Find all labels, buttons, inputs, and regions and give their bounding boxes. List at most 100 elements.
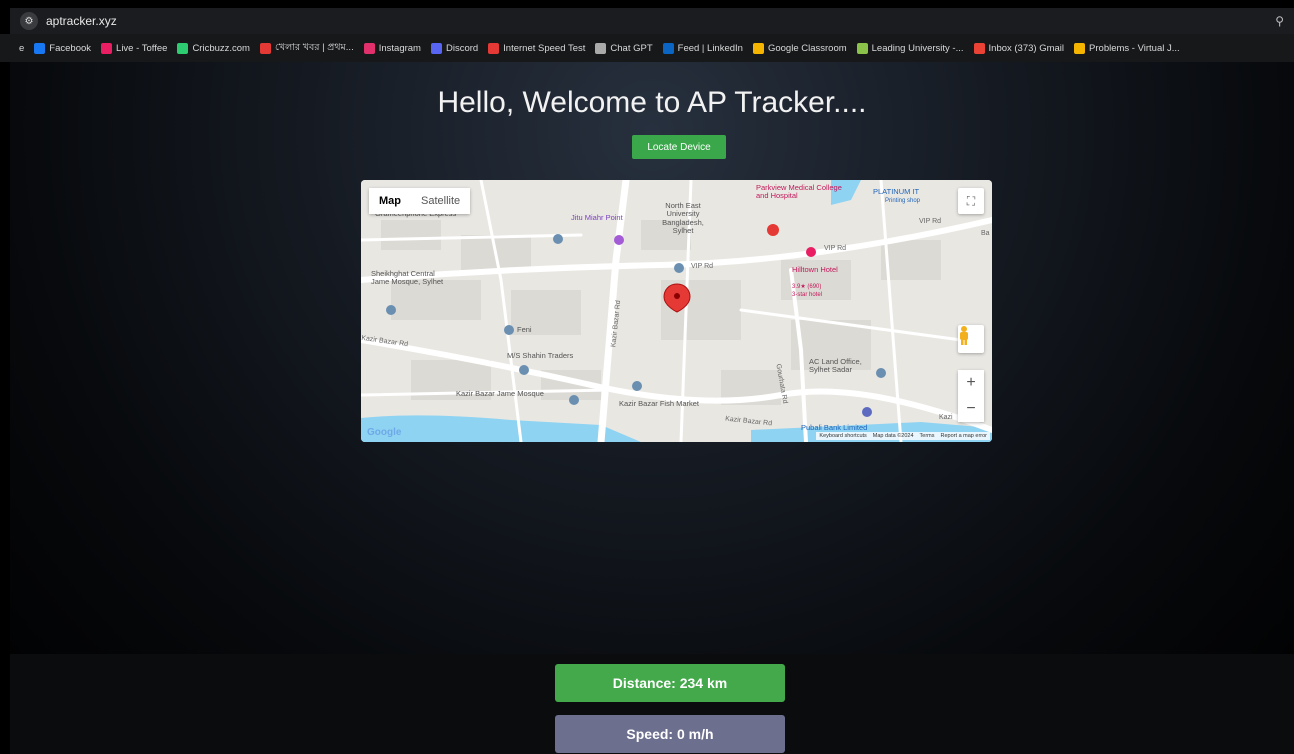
street-view-pegman-icon[interactable] bbox=[958, 325, 984, 353]
poi-dot bbox=[504, 325, 514, 335]
bookmark-item[interactable]: Leading University -... bbox=[856, 42, 964, 54]
bookmark-favicon-icon bbox=[363, 42, 375, 54]
locate-device-button[interactable]: Locate Device bbox=[632, 135, 726, 159]
bookmark-label: Cricbuzz.com bbox=[192, 42, 250, 54]
poi-dot bbox=[386, 305, 396, 315]
map-label: Printing shop bbox=[885, 198, 921, 204]
bookmark-label: Problems - Virtual J... bbox=[1089, 42, 1180, 54]
page-viewport: Hello, Welcome to AP Tracker.... Locate … bbox=[10, 62, 1294, 754]
bookmark-label: Facebook bbox=[49, 42, 92, 54]
bookmark-favicon-icon bbox=[662, 42, 674, 54]
bookmark-favicon-icon bbox=[101, 42, 113, 54]
bookmark-label: Google Classroom bbox=[767, 42, 847, 54]
poi-dot bbox=[674, 263, 684, 273]
poi-dot bbox=[632, 381, 642, 391]
map-label: Kazir Bazar Fish Market bbox=[619, 399, 700, 408]
bookmark-item[interactable]: Live - Toffee bbox=[101, 42, 168, 54]
report-error-link[interactable]: Report a map error bbox=[941, 433, 987, 439]
bookmark-favicon-icon bbox=[856, 42, 868, 54]
bookmark-item[interactable]: Inbox (373) Gmail bbox=[973, 42, 1065, 54]
distance-display: Distance: 234 km bbox=[555, 664, 785, 702]
road-label: VIP Rd bbox=[919, 218, 942, 225]
bookmark-favicon-icon bbox=[4, 42, 15, 54]
poi-dot bbox=[806, 247, 816, 257]
map-data-text: Map data ©2024 bbox=[872, 433, 914, 439]
fullscreen-icon[interactable]: ⛶ bbox=[958, 188, 984, 214]
bookmark-label: Inbox (373) Gmail bbox=[988, 42, 1065, 54]
keyboard-shortcuts-link[interactable]: Keyboard shortcuts bbox=[819, 433, 866, 439]
bookmark-item[interactable]: Problems - Virtual J... bbox=[1074, 42, 1180, 54]
map-widget[interactable]: Grameenphone Express Jitu Miahr Point No… bbox=[361, 180, 992, 442]
bookmark-favicon-icon bbox=[752, 42, 764, 54]
bookmark-label: Chat GPT bbox=[610, 42, 653, 54]
bookmark-item[interactable]: Google Classroom bbox=[752, 42, 847, 54]
bookmark-label: Live - Toffee bbox=[116, 42, 168, 54]
map-label: Feni bbox=[517, 325, 532, 334]
bookmark-item[interactable]: Internet Speed Test bbox=[488, 42, 586, 54]
bookmark-favicon-icon bbox=[430, 42, 442, 54]
site-settings-icon[interactable]: ⚙ bbox=[20, 12, 38, 30]
bookmark-item[interactable]: Cricbuzz.com bbox=[177, 42, 250, 54]
map-type-control: Map Satellite bbox=[369, 188, 471, 214]
map-label: 3-star hotel bbox=[792, 292, 823, 298]
map-label: M/S Shahin Traders bbox=[507, 351, 574, 360]
terms-link[interactable]: Terms bbox=[920, 433, 935, 439]
map-label: Sheikhghat Central Jame Mosque, Sylhet bbox=[371, 269, 444, 287]
bookmark-favicon-icon bbox=[595, 42, 607, 54]
poi-dot bbox=[862, 407, 872, 417]
map-label: Jitu Miahr Point bbox=[571, 213, 623, 222]
stats-panel: Distance: 234 km Speed: 0 m/h bbox=[10, 654, 1294, 754]
address-bar[interactable]: ⚙ aptracker.xyz ⚲ bbox=[10, 8, 1294, 34]
url-pill[interactable]: ⚙ aptracker.xyz bbox=[20, 11, 117, 31]
bookmarks-bar: e Facebook Live - Toffee Cricbuzz.com খেলার … bbox=[0, 34, 1294, 62]
bookmark-label: খেলার খবর | প্রথম... bbox=[274, 41, 354, 53]
map-label: Pubali Bank Limited bbox=[801, 423, 868, 432]
bookmark-label: Instagram bbox=[378, 42, 421, 54]
map-type-satellite-button[interactable]: Satellite bbox=[411, 188, 471, 214]
bookmark-favicon-icon bbox=[973, 42, 985, 54]
bookmark-favicon-icon bbox=[1074, 42, 1086, 54]
map-label: Hilltown Hotel bbox=[792, 265, 838, 274]
bookmark-item[interactable]: খেলার খবর | প্রথম... bbox=[259, 41, 354, 56]
bookmark-item[interactable]: Chat GPT bbox=[595, 42, 653, 54]
map-label: Parkview Medical College and Hospital bbox=[756, 183, 842, 201]
page-title: Hello, Welcome to AP Tracker.... bbox=[437, 86, 867, 119]
bookmark-favicon-icon bbox=[488, 42, 500, 54]
bookmark-label: e bbox=[19, 42, 25, 54]
bookmark-label: Leading University -... bbox=[871, 42, 964, 54]
poi-dot bbox=[614, 235, 624, 245]
bookmark-label: Discord bbox=[445, 42, 479, 54]
bookmark-item[interactable]: Feed | LinkedIn bbox=[662, 42, 743, 54]
bookmark-favicon-icon bbox=[34, 42, 46, 54]
map-label: North East University Bangladesh, Sylhet bbox=[662, 201, 704, 235]
bookmark-item[interactable]: e bbox=[4, 42, 25, 54]
poi-dot bbox=[569, 395, 579, 405]
google-logo: Google bbox=[367, 427, 402, 438]
map-label: AC Land Office, Sylhet Sadar bbox=[809, 357, 862, 375]
road-label: Ba bbox=[981, 230, 990, 237]
map-label: PLATINUM IT bbox=[873, 187, 920, 196]
url-text[interactable]: aptracker.xyz bbox=[46, 14, 117, 28]
poi-dot bbox=[519, 365, 529, 375]
road-label: Kazi bbox=[939, 414, 953, 421]
bookmark-item[interactable]: Discord bbox=[430, 42, 479, 54]
map-label: 3.9★ (690) bbox=[792, 284, 822, 290]
bookmark-favicon-icon bbox=[259, 42, 271, 54]
bookmark-item[interactable]: Instagram bbox=[363, 42, 421, 54]
bookmark-favicon-icon bbox=[177, 42, 189, 54]
zoom-in-button[interactable]: + bbox=[958, 370, 984, 396]
bookmark-label: Internet Speed Test bbox=[503, 42, 586, 54]
bookmark-label: Feed | LinkedIn bbox=[677, 42, 743, 54]
map-label: Kazir Bazar Jame Mosque bbox=[456, 389, 544, 398]
zoom-control: + − bbox=[958, 370, 984, 422]
map-type-map-button[interactable]: Map bbox=[369, 188, 411, 214]
zoom-out-button[interactable]: − bbox=[958, 396, 984, 422]
bookmark-item[interactable]: Facebook bbox=[34, 42, 92, 54]
poi-dot bbox=[767, 224, 779, 236]
location-icon[interactable]: ⚲ bbox=[1275, 14, 1284, 28]
map-attribution: Keyboard shortcuts Map data ©2024 Terms … bbox=[816, 432, 990, 440]
road-label: VIP Rd bbox=[824, 245, 847, 252]
road-label: VIP Rd bbox=[691, 263, 714, 270]
speed-display: Speed: 0 m/h bbox=[555, 715, 785, 753]
poi-dot bbox=[553, 234, 563, 244]
